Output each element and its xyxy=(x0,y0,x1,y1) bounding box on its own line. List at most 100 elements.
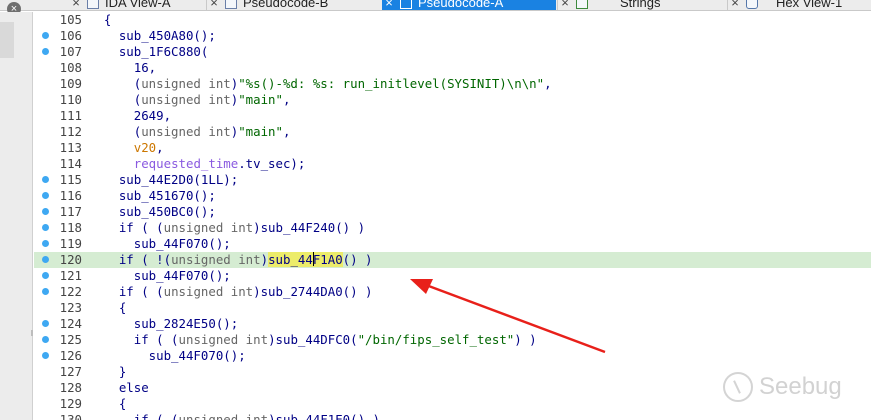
code-line[interactable]: 118 if ( (unsigned int)sub_44F240() ) xyxy=(34,220,871,236)
code-line[interactable]: 124 sub_2824E50(); xyxy=(34,316,871,332)
code-line[interactable]: 105 { xyxy=(34,12,871,28)
code-line[interactable]: 107 sub_1F6C880( xyxy=(34,44,871,60)
close-tab-icon[interactable]: × xyxy=(207,0,221,10)
code-text: (unsigned int)"main", xyxy=(89,92,291,107)
line-number: 108 xyxy=(59,60,82,75)
code-line[interactable]: 123 { xyxy=(34,300,871,316)
line-number: 106 xyxy=(59,28,82,43)
code-line[interactable]: 125 if ( (unsigned int)sub_44DFC0("/bin/… xyxy=(34,332,871,348)
tab-label: Pseudocode-B xyxy=(243,0,329,10)
code-line[interactable]: 121 sub_44F070(); xyxy=(34,268,871,284)
breakpoint-marker-icon[interactable] xyxy=(42,320,49,327)
line-number: 112 xyxy=(59,124,82,139)
code-line[interactable]: 117 sub_450BC0(); xyxy=(34,204,871,220)
line-number: 117 xyxy=(59,204,82,219)
breakpoint-marker-icon[interactable] xyxy=(42,192,49,199)
line-number: 107 xyxy=(59,44,82,59)
code-line[interactable]: 130 if ( (unsigned int)sub_44F1E0() ) xyxy=(34,412,871,420)
code-text: { xyxy=(89,300,127,315)
code-line[interactable]: 110 (unsigned int)"main", xyxy=(34,92,871,108)
code-line[interactable]: 106 sub_450A80(); xyxy=(34,28,871,44)
code-text: sub_1F6C880( xyxy=(89,44,209,59)
tab-pseudocode-b[interactable]: × Pseudocode-B xyxy=(207,0,382,10)
code-line[interactable]: 112 (unsigned int)"main", xyxy=(34,124,871,140)
breakpoint-marker-icon[interactable] xyxy=(42,208,49,215)
code-text: sub_2824E50(); xyxy=(89,316,239,331)
line-number: 126 xyxy=(59,348,82,363)
code-line[interactable]: 116 sub_451670(); xyxy=(34,188,871,204)
code-text: if ( (unsigned int)sub_44F1E0() ) xyxy=(89,412,380,420)
breakpoint-marker-icon[interactable] xyxy=(42,288,49,295)
tab-label: IDA View-A xyxy=(105,0,171,10)
line-number: 121 xyxy=(59,268,82,283)
line-number: 114 xyxy=(59,156,82,171)
watermark-text: Seebug xyxy=(759,373,842,400)
code-line[interactable]: 119 sub_44F070(); xyxy=(34,236,871,252)
tab-bar: × IDA View-A × Pseudocode-B × Pseudocode… xyxy=(0,0,871,11)
code-text: sub_44F070(); xyxy=(89,236,231,251)
code-line[interactable]: 109 (unsigned int)"%s()-%d: %s: run_init… xyxy=(34,76,871,92)
tab-ida-view-a[interactable]: × IDA View-A xyxy=(69,0,205,10)
panel-block xyxy=(0,22,14,58)
code-line[interactable]: 111 2649, xyxy=(34,108,871,124)
line-number: 120 xyxy=(59,252,82,267)
seebug-logo-icon xyxy=(723,372,753,402)
tab-label: Hex View-1 xyxy=(776,0,843,10)
code-text: if ( (unsigned int)sub_44DFC0("/bin/fips… xyxy=(89,332,537,347)
tab-pseudocode-a[interactable]: × Pseudocode-A xyxy=(382,0,556,10)
line-number: 116 xyxy=(59,188,82,203)
breakpoint-marker-icon[interactable] xyxy=(42,48,49,55)
tab-strings[interactable]: × Strings xyxy=(558,0,726,10)
pseudocode-view[interactable]: 105 {106 sub_450A80(); 107 sub_1F6C880(10… xyxy=(34,12,871,420)
code-text: sub_450BC0(); xyxy=(89,204,216,219)
line-number: 113 xyxy=(59,140,82,155)
close-tab-icon[interactable]: × xyxy=(558,0,572,10)
line-number: 128 xyxy=(59,380,82,395)
breakpoint-marker-icon[interactable] xyxy=(42,272,49,279)
tab-label: Strings xyxy=(620,0,661,10)
line-number: 123 xyxy=(59,300,82,315)
code-text: sub_44E2D0(1LL); xyxy=(89,172,239,187)
code-text: } xyxy=(89,364,127,379)
code-text: { xyxy=(89,396,127,411)
line-number: 105 xyxy=(59,12,82,27)
close-tab-icon[interactable]: × xyxy=(382,0,396,10)
code-text: sub_44F070(); xyxy=(89,268,231,283)
code-text: if ( (unsigned int)sub_2744DA0() ) xyxy=(89,284,373,299)
hex-view-icon xyxy=(746,0,758,9)
close-tab-icon[interactable]: × xyxy=(728,0,742,10)
code-line-highlighted[interactable]: 120 if ( !(unsigned int)sub_44F1A0() ) xyxy=(34,252,871,268)
tab-label: Pseudocode-A xyxy=(418,0,504,10)
code-line[interactable]: 113 v20, xyxy=(34,140,871,156)
code-line[interactable]: 114 requested_time.tv_sec); xyxy=(34,156,871,172)
code-text: if ( !(unsigned int)sub_44F1A0() ) xyxy=(89,252,373,267)
line-number: 124 xyxy=(59,316,82,331)
line-number: 115 xyxy=(59,172,82,187)
pseudocode-icon xyxy=(400,0,412,9)
breakpoint-marker-icon[interactable] xyxy=(42,224,49,231)
line-number: 125 xyxy=(59,332,82,347)
line-number: 122 xyxy=(59,284,82,299)
breakpoint-marker-icon[interactable] xyxy=(42,352,49,359)
panel-splitter-mark[interactable] xyxy=(31,330,33,336)
breakpoint-marker-icon[interactable] xyxy=(42,336,49,343)
breakpoint-marker-icon[interactable] xyxy=(42,240,49,247)
code-text: (unsigned int)"%s()-%d: %s: run_initleve… xyxy=(89,76,552,91)
line-number: 109 xyxy=(59,76,82,91)
pseudocode-icon xyxy=(225,0,237,9)
code-text: { xyxy=(89,12,112,27)
code-text: else xyxy=(89,380,149,395)
code-line[interactable]: 126 sub_44F070(); xyxy=(34,348,871,364)
code-line[interactable]: 115 sub_44E2D0(1LL); xyxy=(34,172,871,188)
code-text: v20, xyxy=(133,140,164,155)
code-text: sub_44F070(); xyxy=(89,348,246,363)
breakpoint-marker-icon[interactable] xyxy=(42,176,49,183)
code-line[interactable]: 122 if ( (unsigned int)sub_2744DA0() ) xyxy=(34,284,871,300)
breakpoint-marker-icon[interactable] xyxy=(42,32,49,39)
side-panel xyxy=(0,12,33,420)
close-tab-icon[interactable]: × xyxy=(69,0,83,10)
code-line[interactable]: 108 16, xyxy=(34,60,871,76)
line-number: 119 xyxy=(59,236,82,251)
tab-hex-view-1[interactable]: × Hex View-1 xyxy=(728,0,871,10)
breakpoint-marker-icon[interactable] xyxy=(42,256,49,263)
